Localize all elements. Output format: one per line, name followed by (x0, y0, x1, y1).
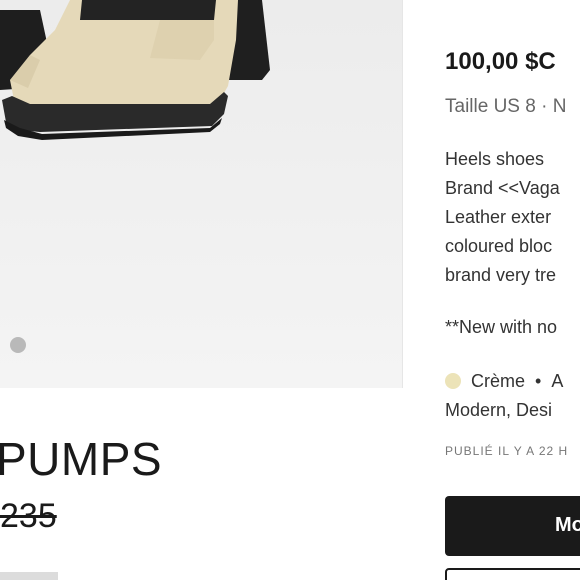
secondary-action-button[interactable] (445, 568, 580, 580)
size-line: Taille US 8 · N (445, 96, 567, 117)
description-line: Heels shoes (445, 149, 545, 169)
product-photo[interactable] (0, 0, 402, 388)
sale-price: 100,00 $C (445, 48, 556, 75)
primary-action-label: Mo (555, 514, 580, 536)
description-line: coloured bloc (445, 236, 553, 256)
published-time: PUBLIÉ IL Y A 22 H (445, 444, 569, 458)
description: Heels shoes Brand <<Vaga Leather exter c… (445, 145, 560, 290)
thumbnail-strip[interactable] (0, 572, 58, 580)
product-title: PUMPS (0, 433, 163, 485)
panel-divider (402, 0, 403, 388)
carousel-dot[interactable] (10, 337, 26, 353)
details-panel: 100,00 $C Taille US 8 · N Heels shoes Br… (445, 0, 580, 580)
bullet-separator: • (535, 371, 542, 391)
product-photo-shoe (0, 0, 402, 388)
description-line: Leather exter (445, 207, 552, 227)
condition-note: **New with no (445, 317, 558, 337)
attributes: Crème • A Modern, Desi (445, 367, 563, 425)
original-price: 235 (0, 497, 57, 535)
color-name: Crème (471, 371, 526, 391)
color-row: Crème • A (445, 367, 563, 396)
attribute-value: A (551, 371, 564, 391)
style-line: Modern, Desi (445, 400, 553, 420)
color-swatch (445, 373, 461, 389)
primary-action-button[interactable]: Mo (445, 496, 580, 556)
description-line: brand very tre (445, 265, 557, 285)
description-line: Brand <<Vaga (445, 178, 560, 198)
